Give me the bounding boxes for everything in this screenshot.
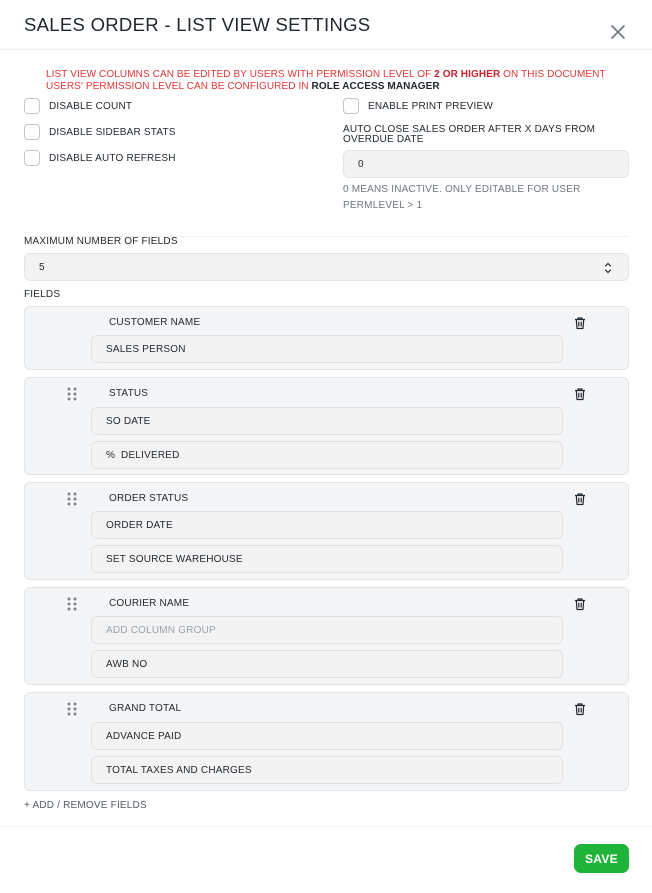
trash-icon[interactable]: [573, 702, 587, 716]
field-input[interactable]: TOTAL TAXES AND CHARGES: [91, 756, 563, 784]
permission-note: LIST VIEW COLUMNS CAN BE EDITED BY USERS…: [46, 69, 626, 92]
max-fields-select[interactable]: 5: [24, 253, 629, 281]
trash-icon[interactable]: [573, 492, 587, 506]
auto-close-help-text: 0 MEANS INACTIVE. ONLY EDITABLE FOR USER…: [343, 182, 581, 214]
modal-header: SALES ORDER - LIST VIEW SETTINGS: [0, 0, 652, 50]
checkbox-box[interactable]: [24, 150, 40, 166]
auto-close-days-input[interactable]: 0: [343, 150, 629, 178]
list-view-settings-modal: SALES ORDER - LIST VIEW SETTINGS LIST VI…: [0, 0, 652, 893]
placeholder-text: ADD COLUMN GROUP: [106, 624, 216, 636]
drag-handle-icon[interactable]: [66, 596, 78, 612]
column-group-label[interactable]: COURIER NAME: [109, 598, 189, 609]
auto-close-help-line1: 0 MEANS INACTIVE. ONLY EDITABLE FOR USER: [343, 184, 581, 195]
field-group-card: GRAND TOTAL ADVANCE PAID TOTAL TAXES AND…: [24, 692, 629, 791]
column-group-placeholder-input[interactable]: ADD COLUMN GROUP: [91, 616, 563, 644]
field-name: % DELIVERED: [106, 449, 180, 461]
field-group-card: COURIER NAME ADD COLUMN GROUP AWB NO: [24, 587, 629, 685]
field-name: ORDER DATE: [106, 519, 173, 531]
field-name: AWB NO: [106, 658, 148, 670]
select-arrows-icon: [604, 262, 612, 277]
auto-close-label: AUTO CLOSE SALES ORDER AFTER X DAYS FROM…: [343, 125, 595, 145]
trash-icon[interactable]: [573, 387, 587, 401]
auto-close-label-line2: OVERDUE DATE: [343, 134, 424, 145]
fields-label: FIELDS: [24, 289, 61, 300]
field-group-card: ORDER STATUS ORDER DATE SET SOURCE WAREH…: [24, 482, 629, 580]
checkbox-box[interactable]: [343, 98, 359, 114]
drag-handle-icon[interactable]: [66, 491, 78, 507]
add-remove-fields-link[interactable]: + ADD / REMOVE FIELDS: [24, 800, 147, 811]
permission-note-text-end: ON THIS DOCUMENT: [500, 69, 606, 80]
field-input[interactable]: AWB NO: [91, 650, 563, 678]
auto-close-help-line2: PERMLEVEL > 1: [343, 200, 423, 211]
disable-sidebar-stats-checkbox[interactable]: DISABLE SIDEBAR STATS: [24, 123, 176, 141]
role-access-manager-link[interactable]: ROLE ACCESS MANAGER: [312, 81, 440, 92]
field-name: SO DATE: [106, 415, 151, 427]
checkbox-label: DISABLE COUNT: [49, 100, 133, 112]
checkbox-box[interactable]: [24, 98, 40, 114]
close-icon[interactable]: [607, 21, 629, 43]
trash-icon[interactable]: [573, 316, 587, 330]
drag-handle-icon[interactable]: [66, 701, 78, 717]
field-group-card: CUSTOMER NAME SALES PERSON: [24, 306, 629, 370]
permission-config-text: USERS' PERMISSION LEVEL CAN BE CONFIGURE…: [46, 80, 312, 92]
max-fields-label: MAXIMUM NUMBER OF FIELDS: [24, 236, 178, 247]
checkbox-label: DISABLE AUTO REFRESH: [49, 152, 176, 164]
modal-title: SALES ORDER - LIST VIEW SETTINGS: [24, 14, 371, 35]
enable-print-preview-checkbox[interactable]: ENABLE PRINT PREVIEW: [343, 97, 493, 115]
field-input[interactable]: SET SOURCE WAREHOUSE: [91, 545, 563, 573]
footer-divider: [0, 826, 652, 827]
auto-close-days-value: 0: [358, 158, 364, 170]
column-group-label[interactable]: STATUS: [109, 388, 148, 399]
checkbox-label: ENABLE PRINT PREVIEW: [368, 100, 493, 112]
save-button[interactable]: SAVE: [574, 844, 629, 873]
checkbox-box[interactable]: [24, 124, 40, 140]
column-group-label[interactable]: ORDER STATUS: [109, 493, 188, 504]
max-fields-value: 5: [39, 261, 45, 273]
field-input[interactable]: ADVANCE PAID: [91, 722, 563, 750]
field-input[interactable]: SO DATE: [91, 407, 563, 435]
disable-count-checkbox[interactable]: DISABLE COUNT: [24, 97, 132, 115]
field-name: SET SOURCE WAREHOUSE: [106, 553, 243, 565]
disable-auto-refresh-checkbox[interactable]: DISABLE AUTO REFRESH: [24, 149, 176, 167]
field-name: SALES PERSON: [106, 343, 186, 355]
field-name: ADVANCE PAID: [106, 730, 182, 742]
field-input[interactable]: SALES PERSON: [91, 335, 563, 363]
field-name: TOTAL TAXES AND CHARGES: [106, 764, 252, 776]
permission-level: 2 OR HIGHER: [434, 69, 501, 80]
field-input[interactable]: % DELIVERED: [91, 441, 563, 469]
permission-note-text: LIST VIEW COLUMNS CAN BE EDITED BY USERS…: [46, 69, 435, 80]
checkbox-label: DISABLE SIDEBAR STATS: [49, 126, 176, 138]
trash-icon[interactable]: [573, 597, 587, 611]
drag-handle-icon[interactable]: [66, 386, 78, 402]
field-group-card: STATUS SO DATE % DELIVERED: [24, 377, 629, 475]
field-input[interactable]: ORDER DATE: [91, 511, 563, 539]
column-group-label[interactable]: GRAND TOTAL: [109, 703, 181, 714]
column-group-label[interactable]: CUSTOMER NAME: [109, 317, 200, 328]
